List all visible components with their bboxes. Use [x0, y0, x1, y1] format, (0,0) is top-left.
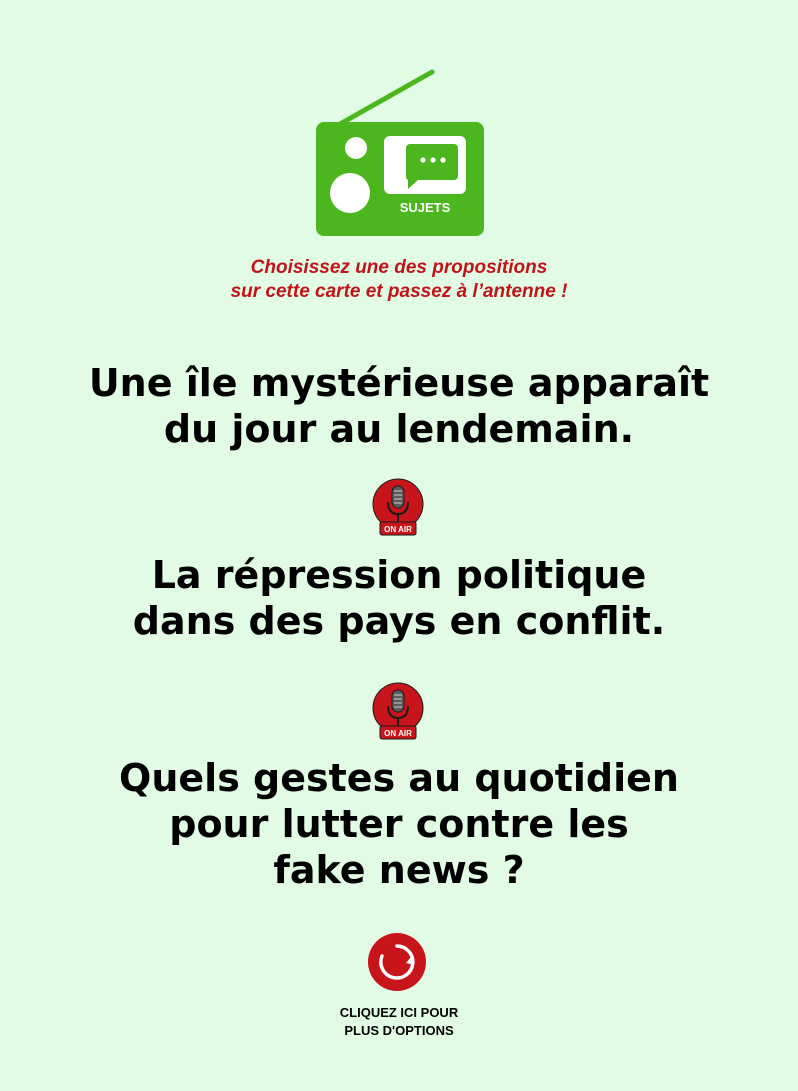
instructions-line: sur cette carte et passez à l’antenne ! [230, 281, 568, 302]
microphone-icon: ON AIR [372, 682, 424, 740]
more-options-line: CLIQUEZ ICI POUR [339, 1005, 459, 1020]
on-air-label: ON AIR [384, 729, 412, 738]
on-air-badge: ON AIR [370, 478, 426, 540]
radio-icon [316, 69, 484, 236]
topic-line: Une île mystérieuse apparaît [88, 361, 710, 405]
topic-line: dans des pays en conflit. [132, 599, 666, 643]
on-air-label: ON AIR [384, 525, 412, 534]
on-air-badge: ON AIR [370, 682, 426, 744]
more-options-link[interactable]: CLIQUEZ ICI POUR PLUS D'OPTIONS [0, 1004, 798, 1040]
topic-line: Quels gestes au quotidien [119, 756, 679, 800]
topic-line: La répression politique [151, 553, 647, 597]
topic-line: du jour au lendemain. [163, 407, 635, 451]
topic-line: pour lutter contre les [169, 802, 629, 846]
topic-option-1[interactable]: Une île mystérieuse apparaît du jour au … [0, 360, 798, 452]
topic-line: fake news ? [273, 848, 525, 892]
topic-option-2[interactable]: La répression politique dans des pays en… [0, 552, 798, 644]
sujets-label: SUJETS [399, 200, 451, 215]
refresh-icon [368, 933, 426, 991]
more-options-line: PLUS D'OPTIONS [344, 1023, 454, 1038]
radio-logo: SUJETS [300, 60, 500, 245]
topic-option-3[interactable]: Quels gestes au quotidien pour lutter co… [0, 755, 798, 893]
microphone-icon: ON AIR [372, 478, 424, 536]
instructions-line: Choisissez une des propositions [250, 257, 548, 278]
instructions-text: Choisissez une des propositions sur cett… [0, 256, 798, 304]
refresh-button[interactable] [367, 932, 427, 992]
